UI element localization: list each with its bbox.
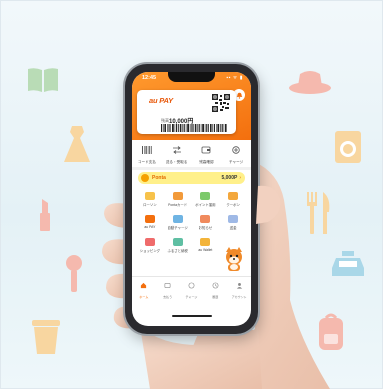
phone-notch (168, 72, 215, 82)
thumb-illustration (256, 185, 281, 224)
